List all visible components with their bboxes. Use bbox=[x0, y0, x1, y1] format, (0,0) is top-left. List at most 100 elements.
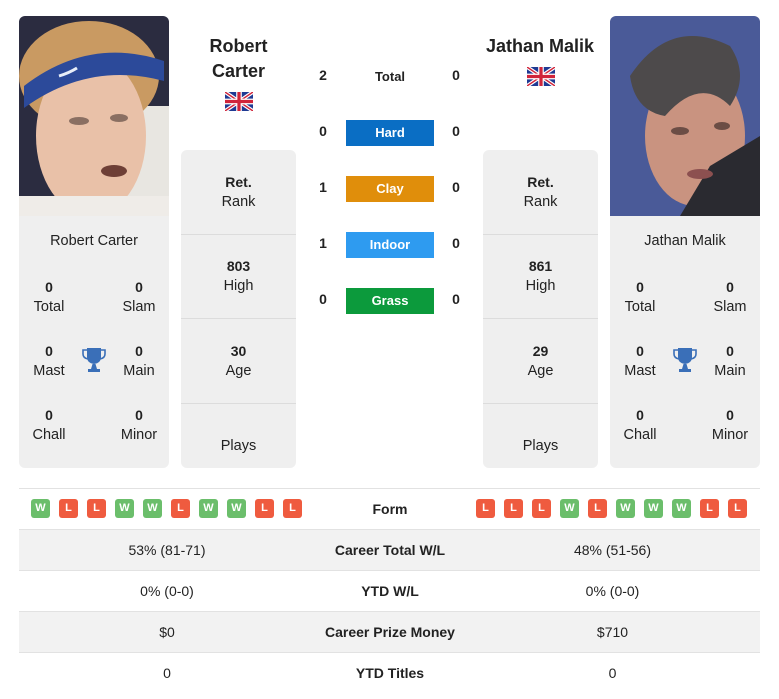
titles-slam-value: 0 bbox=[135, 279, 143, 295]
ytd-wl-row: 0% (0-0) YTD W/L 0% (0-0) bbox=[19, 570, 760, 611]
h2h-grass-right: 0 bbox=[452, 291, 460, 307]
career-wl-right: 48% (51-56) bbox=[573, 542, 652, 558]
titles-minor-value: 0 bbox=[726, 407, 734, 423]
high-row: 861 High bbox=[483, 234, 598, 319]
high-row: 803 High bbox=[181, 234, 296, 319]
prize-money-right: $710 bbox=[596, 624, 629, 640]
form-loss-badge[interactable]: L bbox=[255, 499, 274, 518]
rank-label: Rank bbox=[221, 194, 256, 210]
form-win-badge[interactable]: W bbox=[143, 499, 162, 518]
form-win-badge[interactable]: W bbox=[616, 499, 635, 518]
high-label: High bbox=[223, 278, 254, 294]
trophy-icon bbox=[673, 347, 697, 373]
h2h-hard-right: 0 bbox=[452, 123, 460, 139]
titles-main-label: Main bbox=[123, 363, 155, 379]
titles-slam-label: Slam bbox=[122, 299, 156, 315]
form-loss-badge[interactable]: L bbox=[504, 499, 523, 518]
surface-indoor-badge[interactable]: Indoor bbox=[346, 232, 434, 258]
titles-slam-value: 0 bbox=[726, 279, 734, 295]
name-line-1: Robert bbox=[209, 36, 268, 56]
form-win-badge[interactable]: W bbox=[31, 499, 50, 518]
titles-chall-value: 0 bbox=[45, 407, 53, 423]
titles-mast-value: 0 bbox=[636, 343, 644, 359]
titles-main-value: 0 bbox=[726, 343, 734, 359]
ytd-titles-row: 0 YTD Titles 0 bbox=[19, 652, 760, 693]
form-loss-badge[interactable]: L bbox=[59, 499, 78, 518]
form-loss-badge[interactable]: L bbox=[700, 499, 719, 518]
uk-flag-icon bbox=[525, 65, 557, 88]
titles-mast: 0 Mast bbox=[19, 341, 79, 381]
titles-slam: 0 Slam bbox=[109, 277, 169, 317]
player-name-heading-right[interactable]: Jathan Malik bbox=[470, 34, 610, 59]
age-value: 30 bbox=[230, 343, 247, 359]
rank-value: Ret. bbox=[527, 174, 554, 190]
surface-clay-badge[interactable]: Clay bbox=[346, 176, 434, 202]
form-win-badge[interactable]: W bbox=[115, 499, 134, 518]
form-loss-badge[interactable]: L bbox=[87, 499, 106, 518]
plays-row: Plays bbox=[483, 404, 598, 489]
form-win-badge[interactable]: W bbox=[227, 499, 246, 518]
form-loss-badge[interactable]: L bbox=[532, 499, 551, 518]
titles-minor-label: Minor bbox=[711, 427, 749, 443]
player-card-right: Jathan Malik 0 Total 0 Slam 0 Mast 0 Mai… bbox=[610, 216, 760, 468]
titles-minor-value: 0 bbox=[135, 407, 143, 423]
age-row: 30 Age bbox=[181, 319, 296, 404]
surface-grass-badge[interactable]: Grass bbox=[346, 288, 434, 314]
h2h-indoor-right: 0 bbox=[452, 235, 460, 251]
form-win-badge[interactable]: W bbox=[199, 499, 218, 518]
form-win-badge[interactable]: W bbox=[644, 499, 663, 518]
plays-row: Plays bbox=[181, 404, 296, 489]
career-wl-left: 53% (81-71) bbox=[128, 542, 206, 558]
high-value: 861 bbox=[528, 258, 553, 274]
plays-label: Plays bbox=[522, 438, 559, 454]
prize-money-row: $0 Career Prize Money $710 bbox=[19, 611, 760, 652]
titles-slam-label: Slam bbox=[713, 299, 747, 315]
form-loss-badge[interactable]: L bbox=[588, 499, 607, 518]
titles-minor-label: Minor bbox=[120, 427, 158, 443]
ytd-wl-left: 0% (0-0) bbox=[140, 583, 194, 599]
form-loss-badge[interactable]: L bbox=[476, 499, 495, 518]
form-badges-right: LLLWLWWWLL bbox=[476, 499, 747, 518]
titles-chall: 0 Chall bbox=[19, 405, 79, 445]
form-badges-left: WLLWWLWWLL bbox=[31, 499, 302, 518]
surface-hard-badge[interactable]: Hard bbox=[346, 120, 434, 146]
player-name[interactable]: Robert Carter bbox=[19, 233, 169, 249]
age-label: Age bbox=[527, 363, 554, 379]
player-photo-right[interactable] bbox=[610, 16, 760, 216]
player-name-heading-left[interactable]: Robert Carter bbox=[181, 34, 296, 84]
form-win-badge[interactable]: W bbox=[560, 499, 579, 518]
rank-box-left: Ret. Rank 803 High 30 Age Plays bbox=[181, 150, 296, 468]
titles-mast-label: Mast bbox=[33, 363, 65, 379]
titles-chall: 0 Chall bbox=[610, 405, 670, 445]
rank-row: Ret. Rank bbox=[181, 150, 296, 235]
h2h-total-left: 2 bbox=[319, 67, 327, 83]
career-wl-label: Career Total W/L bbox=[334, 542, 446, 558]
titles-total: 0 Total bbox=[610, 277, 670, 317]
titles-main: 0 Main bbox=[109, 341, 169, 381]
form-loss-badge[interactable]: L bbox=[171, 499, 190, 518]
titles-chall-value: 0 bbox=[636, 407, 644, 423]
player-name[interactable]: Jathan Malik bbox=[610, 233, 760, 249]
titles-total: 0 Total bbox=[19, 277, 79, 317]
form-loss-badge[interactable]: L bbox=[283, 499, 302, 518]
prize-money-left: $0 bbox=[159, 624, 175, 640]
titles-mast-label: Mast bbox=[624, 363, 656, 379]
rank-box-right: Ret. Rank 861 High 29 Age Plays bbox=[483, 150, 598, 468]
h2h-total-label: Total bbox=[374, 69, 406, 84]
high-value: 803 bbox=[226, 258, 251, 274]
ytd-wl-label: YTD W/L bbox=[361, 583, 419, 599]
form-loss-badge[interactable]: L bbox=[728, 499, 747, 518]
titles-mast: 0 Mast bbox=[610, 341, 670, 381]
career-wl-row: 53% (81-71) Career Total W/L 48% (51-56) bbox=[19, 529, 760, 570]
rank-row: Ret. Rank bbox=[483, 150, 598, 235]
titles-minor: 0 Minor bbox=[700, 405, 760, 445]
form-win-badge[interactable]: W bbox=[672, 499, 691, 518]
h2h-clay-left: 1 bbox=[319, 179, 327, 195]
titles-main-label: Main bbox=[714, 363, 746, 379]
high-label: High bbox=[525, 278, 556, 294]
titles-chall-label: Chall bbox=[32, 427, 66, 443]
h2h-total-right: 0 bbox=[452, 67, 460, 83]
ytd-wl-right: 0% (0-0) bbox=[585, 583, 640, 599]
player-photo-left[interactable] bbox=[19, 16, 169, 216]
ytd-titles-label: YTD Titles bbox=[355, 665, 425, 681]
